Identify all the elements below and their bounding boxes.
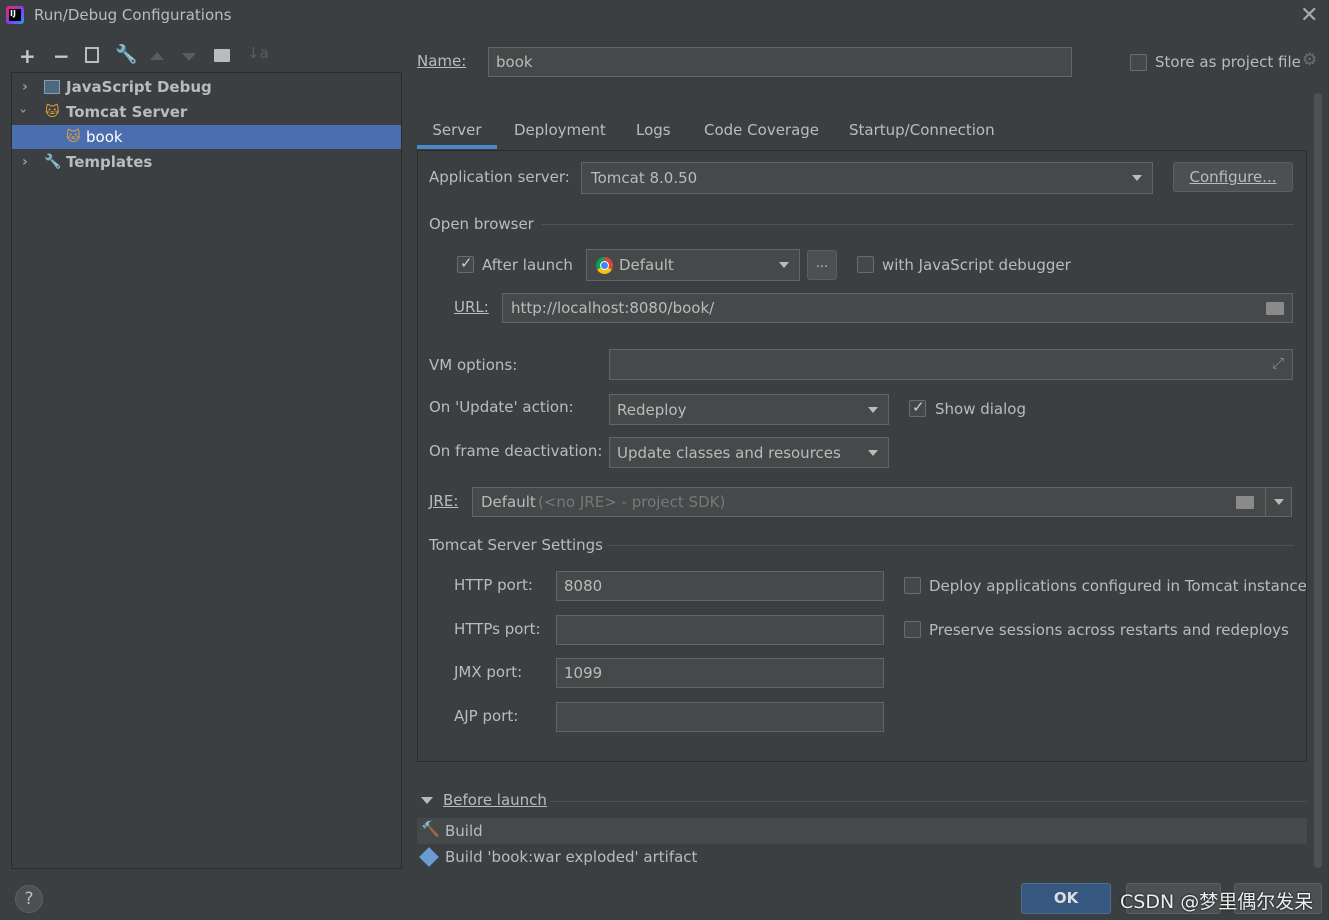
- config-toolbar: + − 🔧 ↓a: [15, 44, 275, 68]
- tab-code-coverage[interactable]: Code Coverage: [704, 115, 819, 149]
- tomcat-settings-label: Tomcat Server Settings: [429, 536, 603, 554]
- app-server-select[interactable]: Tomcat 8.0.50: [581, 162, 1153, 194]
- hammer-icon: 🔨: [421, 820, 440, 838]
- move-down-icon[interactable]: [182, 53, 196, 61]
- on-update-label: On 'Update' action:: [429, 398, 574, 416]
- ajp-port-label: AJP port:: [454, 707, 519, 725]
- tree-item-label: JavaScript Debug: [66, 78, 212, 96]
- config-tree: › JavaScript Debug › 🐱 Tomcat Server 🐱 b…: [11, 72, 402, 869]
- expand-icon[interactable]: ⤢: [1272, 354, 1284, 372]
- before-launch-separator: [550, 801, 1307, 802]
- preserve-sessions-checkbox[interactable]: [904, 621, 921, 638]
- chevron-right-icon[interactable]: ›: [22, 75, 28, 99]
- https-port-label: HTTPs port:: [454, 620, 541, 638]
- url-label: URL:: [454, 298, 489, 316]
- close-icon[interactable]: ✕: [1300, 3, 1318, 28]
- move-up-icon[interactable]: [150, 52, 164, 60]
- jmx-port-label: JMX port:: [454, 663, 523, 681]
- tomcat-icon: 🐱: [66, 129, 81, 145]
- scrollbar[interactable]: [1314, 93, 1322, 868]
- name-input[interactable]: [488, 47, 1072, 77]
- collapse-before-launch-icon[interactable]: [421, 797, 433, 804]
- title-bar: IJ Run/Debug Configurations ✕: [0, 0, 1329, 32]
- after-launch-checkbox[interactable]: [457, 254, 474, 273]
- ajp-port-input[interactable]: [556, 702, 884, 732]
- tree-item-label: book: [86, 128, 123, 146]
- tab-startup-connection[interactable]: Startup/Connection: [849, 115, 995, 149]
- folder-icon[interactable]: [1236, 496, 1254, 509]
- store-project-file-label: Store as project file: [1155, 53, 1301, 71]
- sort-icon[interactable]: ↓a: [247, 44, 269, 62]
- chevron-right-icon[interactable]: ›: [22, 150, 28, 174]
- tomcat-icon: 🐱: [45, 104, 60, 120]
- folder-icon[interactable]: [1266, 302, 1284, 315]
- vm-options-input[interactable]: ⤢: [609, 349, 1293, 380]
- help-button[interactable]: ?: [15, 885, 43, 913]
- gear-icon[interactable]: ⚙: [1302, 50, 1317, 70]
- configure-button[interactable]: Configure...: [1173, 162, 1293, 192]
- jre-dropdown-button[interactable]: [1265, 488, 1291, 516]
- tab-server[interactable]: Server: [417, 115, 497, 149]
- deploy-apps-label: Deploy applications configured in Tomcat…: [929, 577, 1307, 595]
- show-dialog-checkbox[interactable]: [909, 398, 926, 417]
- browser-select[interactable]: Default: [586, 249, 800, 281]
- on-frame-select[interactable]: Update classes and resources: [609, 437, 889, 468]
- artifact-icon: [419, 847, 439, 867]
- on-update-select[interactable]: Redeploy: [609, 394, 889, 425]
- tab-deployment[interactable]: Deployment: [514, 115, 606, 149]
- copy-icon[interactable]: [85, 47, 99, 63]
- javascript-debug-icon: [44, 80, 60, 94]
- preserve-sessions-label: Preserve sessions across restarts and re…: [929, 621, 1289, 639]
- jre-label: JRE:: [429, 492, 459, 510]
- folder-add-icon[interactable]: [214, 49, 230, 62]
- tree-item-tomcat-server[interactable]: › 🐱 Tomcat Server: [12, 100, 401, 124]
- tab-logs[interactable]: Logs: [636, 115, 671, 149]
- http-port-input[interactable]: [556, 571, 884, 601]
- vm-options-label: VM options:: [429, 356, 518, 374]
- app-logo-icon: IJ: [6, 6, 24, 24]
- open-browser-separator: [542, 224, 1294, 225]
- tomcat-settings-separator: [607, 545, 1294, 546]
- tree-item-javascript-debug[interactable]: › JavaScript Debug: [12, 75, 401, 99]
- watermark: CSDN @梦里偶尔发呆: [1120, 891, 1314, 913]
- https-port-input[interactable]: [556, 615, 884, 645]
- jmx-port-input[interactable]: [556, 658, 884, 688]
- tree-item-book[interactable]: 🐱 book: [12, 125, 401, 149]
- on-frame-label: On frame deactivation:: [429, 442, 603, 460]
- ok-button[interactable]: OK: [1021, 883, 1111, 914]
- tree-item-label: Templates: [66, 153, 153, 171]
- open-browser-label: Open browser: [429, 215, 534, 233]
- store-project-file-checkbox[interactable]: [1130, 54, 1147, 71]
- wrench-icon: 🔧: [44, 154, 62, 170]
- jre-hint: (<no JRE> - project SDK): [538, 493, 726, 511]
- http-port-label: HTTP port:: [454, 576, 533, 594]
- deploy-apps-checkbox[interactable]: [904, 577, 921, 594]
- after-launch-label: After launch: [482, 256, 573, 274]
- chrome-icon: [596, 257, 613, 274]
- url-input[interactable]: http://localhost:8080/book/: [502, 293, 1293, 323]
- wrench-icon[interactable]: 🔧: [115, 44, 137, 65]
- chevron-down-icon: [1274, 499, 1284, 505]
- before-launch-label: Before launch: [443, 791, 547, 809]
- list-item[interactable]: Build 'book:war exploded' artifact: [417, 844, 1307, 870]
- js-debugger-label: with JavaScript debugger: [882, 256, 1071, 274]
- window-title: Run/Debug Configurations: [34, 6, 232, 24]
- browser-ellipsis-button[interactable]: ...: [807, 250, 837, 280]
- tree-item-label: Tomcat Server: [66, 103, 188, 121]
- jre-input[interactable]: Default (<no JRE> - project SDK): [472, 487, 1292, 517]
- tree-item-templates[interactable]: › 🔧 Templates: [12, 150, 401, 174]
- remove-icon[interactable]: −: [53, 44, 70, 68]
- js-debugger-checkbox[interactable]: [857, 256, 874, 273]
- add-icon[interactable]: +: [19, 44, 36, 68]
- before-launch-list: 🔨 Build Build 'book:war exploded' artifa…: [417, 818, 1307, 870]
- name-label: Name:: [417, 52, 467, 70]
- list-item[interactable]: 🔨 Build: [417, 818, 1307, 844]
- app-server-label: Application server:: [429, 168, 570, 186]
- show-dialog-label: Show dialog: [935, 400, 1026, 418]
- chevron-down-icon[interactable]: ›: [11, 109, 35, 114]
